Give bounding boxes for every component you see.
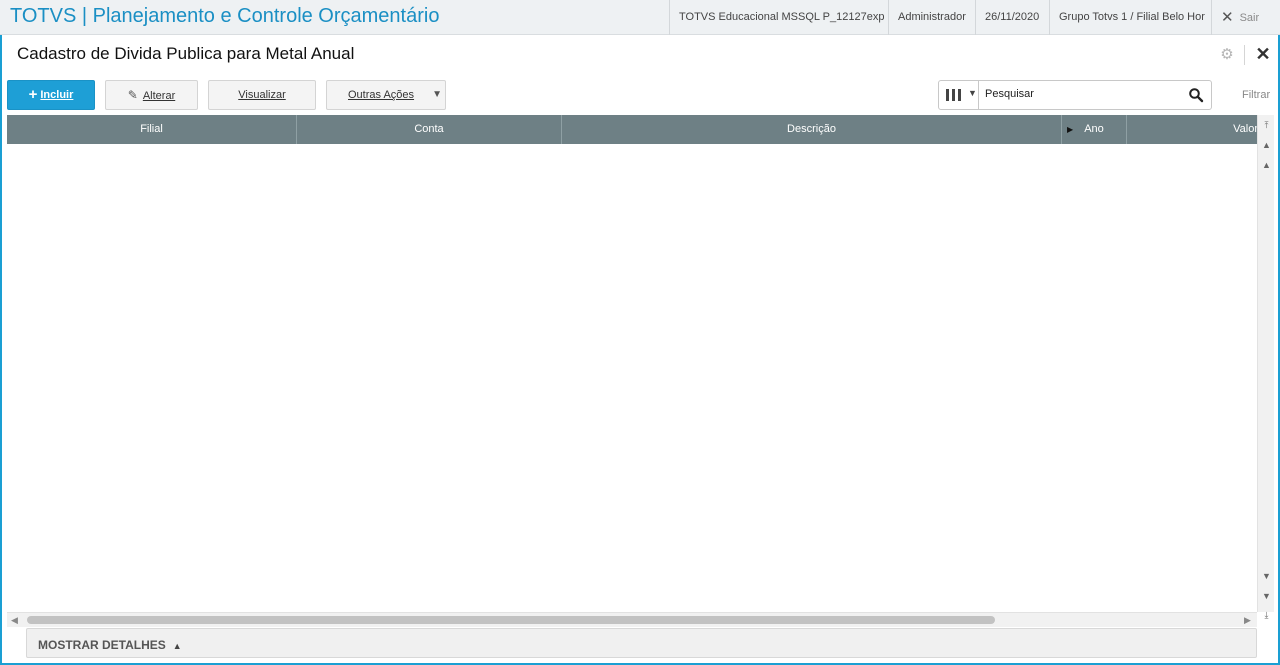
top-header-bar: TOTVS | Planejamento e Controle Orçament… — [0, 0, 1280, 35]
details-toggle-bar[interactable]: MOSTRAR DETALHES ▲ — [26, 628, 1257, 658]
include-button[interactable]: + Incluir — [7, 80, 95, 110]
branch-label[interactable]: Grupo Totvs 1 / Filial Belo Hor — [1049, 0, 1214, 35]
details-label-text: MOSTRAR DETALHES — [38, 638, 166, 652]
edit-button[interactable]: ✎ Alterar — [105, 80, 198, 110]
grid-body — [7, 144, 1257, 612]
scroll-page-up-icon[interactable]: ▲ — [1258, 137, 1275, 154]
user-label[interactable]: Administrador — [888, 0, 975, 35]
logout-button[interactable]: ✕ Sair — [1211, 0, 1280, 35]
caret-down-icon: ▼ — [432, 89, 442, 100]
environment-label[interactable]: TOTVS Educacional MSSQL P_12127exp — [669, 0, 893, 35]
search-icon[interactable] — [1188, 87, 1204, 103]
details-label: MOSTRAR DETALHES ▲ — [38, 638, 182, 652]
caret-right-icon: ▶ — [1067, 125, 1074, 134]
view-button[interactable]: Visualizar — [208, 80, 316, 110]
search-box: ▼ — [938, 80, 1212, 110]
app-title: TOTVS | Planejamento e Controle Orçament… — [10, 5, 440, 27]
caret-down-icon: ▼ — [968, 88, 977, 98]
column-header-valor[interactable]: Valor — [1127, 115, 1257, 144]
column-header-filial[interactable]: Filial — [7, 115, 297, 144]
divider — [1244, 45, 1245, 65]
scroll-right-icon[interactable]: ▶ — [1240, 613, 1255, 628]
page-title: Cadastro de Divida Publica para Metal An… — [17, 44, 355, 63]
scroll-up-icon[interactable]: ▲ — [1258, 157, 1275, 174]
scroll-down-icon[interactable]: ▼ — [1258, 568, 1275, 585]
gear-icon[interactable]: ⚙ — [1219, 47, 1235, 63]
close-icon: ✕ — [1221, 9, 1234, 26]
scroll-bottom-icon[interactable]: ⤓ — [1258, 607, 1275, 624]
vertical-scrollbar[interactable]: ⤒ ▲ ▲ ▼ ▼ ⤓ — [1257, 115, 1275, 620]
search-input[interactable] — [985, 88, 1175, 100]
logout-label: Sair — [1239, 12, 1260, 24]
other-actions-button[interactable]: Outras Ações ▼ — [326, 80, 446, 110]
horizontal-scroll-thumb[interactable] — [27, 616, 995, 624]
horizontal-scrollbar[interactable]: ◀ ▶ — [7, 612, 1257, 627]
scroll-top-icon[interactable]: ⤒ — [1258, 117, 1275, 134]
columns-icon — [946, 89, 962, 101]
search-columns-selector[interactable]: ▼ — [939, 81, 979, 109]
scroll-left-icon[interactable]: ◀ — [7, 613, 22, 628]
pencil-icon: ✎ — [127, 88, 138, 102]
column-header-ano[interactable]: ▶ Ano — [1062, 115, 1127, 144]
column-header-descricao[interactable]: Descrição — [562, 115, 1062, 144]
grid-header: Filial Conta Descrição ▶ Ano Valor — [7, 115, 1257, 144]
edit-label: Alterar — [142, 90, 176, 102]
column-header-conta[interactable]: Conta — [297, 115, 562, 144]
date-label[interactable]: 26/11/2020 — [975, 0, 1048, 35]
plus-icon: + — [28, 86, 38, 103]
column-header-ano-label: Ano — [1084, 123, 1104, 135]
view-label: Visualizar — [238, 89, 286, 101]
scroll-page-down-icon[interactable]: ▼ — [1258, 588, 1275, 605]
caret-up-icon: ▲ — [172, 641, 182, 651]
other-actions-label: Outras Ações — [348, 89, 415, 101]
filter-link[interactable]: Filtrar — [1242, 89, 1270, 101]
close-page-icon[interactable]: ✕ — [1254, 44, 1272, 64]
include-label: Incluir — [40, 89, 74, 101]
